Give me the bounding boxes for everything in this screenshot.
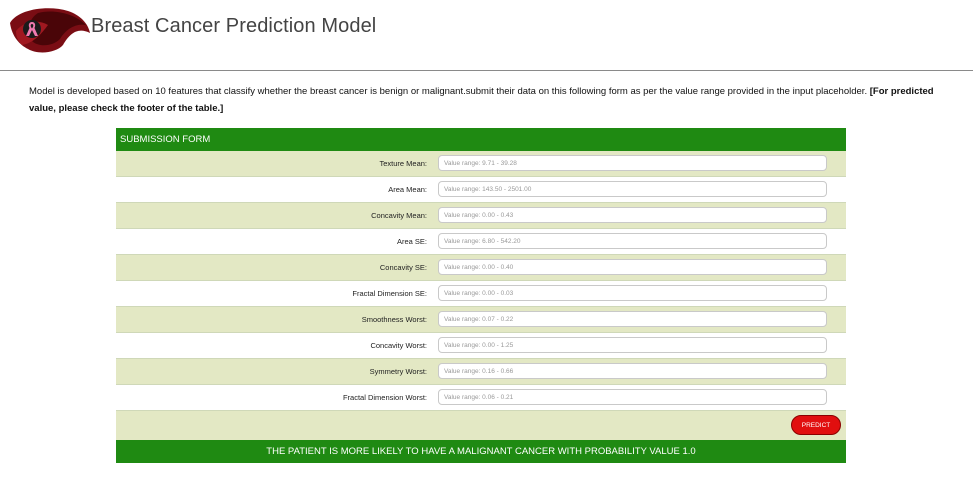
field-label: Texture Mean: bbox=[379, 159, 427, 168]
symmetry-worst-input[interactable] bbox=[438, 363, 827, 379]
field-label: Area Mean: bbox=[388, 185, 427, 194]
field-label: Fractal Dimension Worst: bbox=[342, 393, 427, 402]
predict-button[interactable]: PREDICT bbox=[791, 415, 841, 435]
submission-form: SUBMISSION FORM Texture Mean: Area Mean:… bbox=[116, 128, 846, 463]
field-label: Area SE: bbox=[396, 237, 427, 246]
form-row-fractal-dimension-worst: Fractal Dimension Worst: bbox=[116, 385, 846, 411]
form-row-smoothness-worst: Smoothness Worst: bbox=[116, 307, 846, 333]
concavity-se-input[interactable] bbox=[438, 259, 827, 275]
concavity-mean-input[interactable] bbox=[438, 207, 827, 223]
prediction-result: THE PATIENT IS MORE LIKELY TO HAVE A MAL… bbox=[116, 440, 846, 463]
form-row-concavity-worst: Concavity Worst: bbox=[116, 333, 846, 359]
smoothness-worst-input[interactable] bbox=[438, 311, 827, 327]
intro-text: Model is developed based on 10 features … bbox=[29, 86, 870, 97]
form-action-row: PREDICT bbox=[116, 411, 846, 440]
form-row-area-mean: Area Mean: bbox=[116, 177, 846, 203]
field-label: Fractal Dimension SE: bbox=[352, 289, 427, 298]
pink-ribbon-logo-icon bbox=[8, 3, 91, 57]
form-row-concavity-se: Concavity SE: bbox=[116, 255, 846, 281]
area-mean-input[interactable] bbox=[438, 181, 827, 197]
concavity-worst-input[interactable] bbox=[438, 337, 827, 353]
fractal-dimension-se-input[interactable] bbox=[438, 285, 827, 301]
field-label: Smoothness Worst: bbox=[361, 315, 427, 324]
form-row-fractal-dimension-se: Fractal Dimension SE: bbox=[116, 281, 846, 307]
intro-paragraph: Model is developed based on 10 features … bbox=[29, 83, 949, 117]
form-row-area-se: Area SE: bbox=[116, 229, 846, 255]
field-label: Symmetry Worst: bbox=[369, 367, 427, 376]
field-label: Concavity SE: bbox=[379, 263, 427, 272]
page-title: Breast Cancer Prediction Model bbox=[91, 15, 377, 37]
page-header: Breast Cancer Prediction Model bbox=[0, 0, 973, 71]
field-label: Concavity Mean: bbox=[371, 211, 427, 220]
form-row-symmetry-worst: Symmetry Worst: bbox=[116, 359, 846, 385]
fractal-dimension-worst-input[interactable] bbox=[438, 389, 827, 405]
form-row-texture-mean: Texture Mean: bbox=[116, 151, 846, 177]
form-header: SUBMISSION FORM bbox=[116, 128, 846, 151]
area-se-input[interactable] bbox=[438, 233, 827, 249]
form-row-concavity-mean: Concavity Mean: bbox=[116, 203, 846, 229]
field-label: Concavity Worst: bbox=[370, 341, 427, 350]
texture-mean-input[interactable] bbox=[438, 155, 827, 171]
